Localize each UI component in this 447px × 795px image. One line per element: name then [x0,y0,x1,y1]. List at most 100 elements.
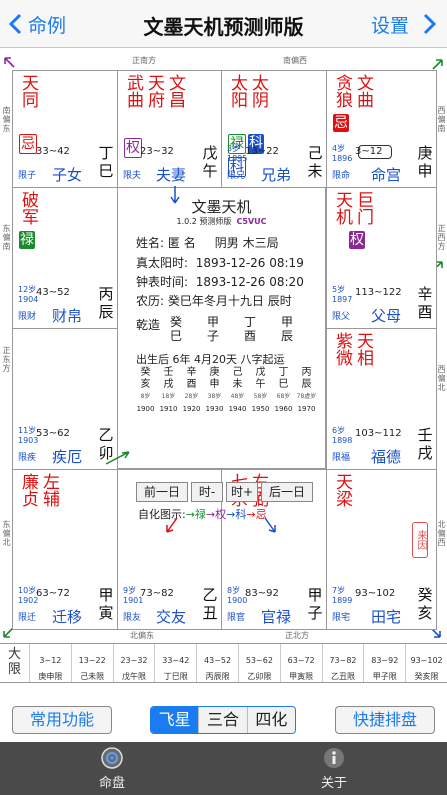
daxian-tab[interactable]: 23~32 戊午限 [114,644,156,682]
daxian-tab-text: 丙辰限 [205,672,230,681]
daxian-tab[interactable]: 63~72 甲寅限 [281,644,323,682]
star-name: 太阳 [227,74,247,108]
bazi-pillar: 丁酉 [243,315,256,343]
dayun-column: 己未 48岁 1940 [228,367,247,413]
sihua-badge: 忌 [19,134,37,154]
bazi-pillar: 甲子 [206,315,219,343]
star-name: 天机 [332,191,352,225]
qianzao-label: 乾造 [136,318,161,332]
star-column: 天相 [353,332,373,366]
palace-cell-xu[interactable]: 紫微 天相 103~112 6岁 1898 限福 福德壬戌 [326,328,437,470]
selfhua-item: →禄 [185,508,206,521]
daxian-tab[interactable]: 33~42 丁巳限 [155,644,198,682]
direction-label: 北偏东 [130,631,154,640]
palace-cell-chen[interactable]: 破军禄 43~52 12岁 1904 限财 财帛丙辰 [12,187,118,329]
common-functions-button[interactable]: 常用功能 [12,706,112,734]
tab-mingpan[interactable]: 命盘 [72,746,152,791]
date-step-button[interactable]: 后一日 [261,482,313,502]
disc-icon [101,747,123,769]
palace-name: 官禄 [261,608,292,626]
palace-cell-mao[interactable]: 53~62 11岁 1903 限疾 疾厄乙卯 [12,328,118,470]
palace-cell-wu[interactable]: 武曲 天府 文昌权 23~32 限夫 夫妻戊午 [117,70,222,188]
daxian-tab[interactable]: 53~62 乙卯限 [239,644,281,682]
ganzhi: 庚申 [417,144,433,180]
decade-range: 103~112 [355,428,402,439]
palace-name: 财帛 [52,307,83,325]
seg-sihua[interactable]: 四化 [247,707,295,733]
settings-button[interactable]: 设置 [371,11,409,38]
info-icon [324,748,344,768]
quick-chart-button[interactable]: 快捷排盘 [335,706,435,734]
year-label: 1898 [332,436,353,445]
daxian-label: 大限 [0,644,30,682]
daxian-tab[interactable]: 3~12 庚申限 [30,644,72,682]
star-column: 武曲 [123,74,143,108]
daxian-tab-text: 甲子限 [372,672,397,681]
direction-label: 西偏北 [437,365,446,392]
ganzhi: 甲子 [307,586,323,622]
daxian-tab-text: 53~62 [245,656,273,665]
chevron-right-icon[interactable] [423,13,437,35]
ganzhi: 戊午 [202,144,218,180]
date-step-button[interactable]: 时+ [226,482,258,502]
daxian-tab-text: 73~82 [329,656,357,665]
navigation-bar: 命例 文墨天机预测师版 设置 [0,0,447,48]
decade-range: 33~42 [36,146,70,157]
daxian-tab[interactable]: 83~92 甲子限 [364,644,407,682]
direction-label: 南偏东 [2,106,11,133]
decade-range: 43~52 [36,287,70,298]
bottom-controls: 常用功能 飞星 三合 四化 快捷排盘 [0,702,447,738]
decade-range: 63~72 [36,588,70,599]
star-column: 太阳 [227,74,247,108]
date-step-button[interactable]: 前一日 [136,482,188,502]
seg-feixing[interactable]: 飞星 [151,707,200,733]
daxian-tab[interactable]: 93~102 癸亥限 [406,644,447,682]
dayun-column: 辛酉 28岁 1920 [182,367,201,413]
year-label: 1902 [18,596,39,605]
palace-name: 迁移 [52,608,83,626]
selfhua-item: →科 [226,508,247,521]
limit-label: 限友 [123,613,142,623]
selfhua-row: 自化图示:→禄→权→科→忌 [138,508,267,521]
daxian-tab-text: 43~52 [204,656,232,665]
palace-name: 命宫 [371,166,402,184]
palace-cell-yin[interactable]: 廉贞 左辅 63~72 10岁 1902 限迁 迁移甲寅 [12,469,118,630]
dayun-column: 丁巳 68岁 1960 [274,367,293,413]
palace-cell-shen[interactable]: 贪狼 文曲忌 3~12 4岁 1896 限命 命宫庚申 [326,70,437,188]
palace-cell-you[interactable]: 天机 巨门权 113~122 5岁 1897 限父 父母辛酉 [326,187,437,329]
arrow-icon [432,59,443,70]
decade-range: 93~102 [355,588,396,599]
palace-cell-hai[interactable]: 天梁 93~102 7岁 1899 限宅 田宅癸亥 来因 [326,469,437,630]
daxian-tab-text: 33~42 [162,656,190,665]
dayun-title: 出生后 6年 4月20天 八字起运 [136,353,285,366]
star-column: 太阴 [248,74,268,108]
direction-label: 西偏南 [437,106,446,133]
star-column: 左辅 [39,473,59,507]
ganzhi: 己未 [307,144,323,180]
star-name: 文曲 [353,74,373,108]
arrow-icon [264,517,276,533]
year-label: 1897 [332,295,353,304]
daxian-tab-text: 93~102 [410,656,443,665]
date-step-button[interactable]: 时- [191,482,223,502]
year-label: 1896 [332,154,353,163]
star-group: 廉贞 左辅 [18,473,59,507]
star-name: 左辅 [39,473,59,507]
tab-about[interactable]: 关于 [294,746,374,791]
daxian-tab[interactable]: 13~22 己未限 [72,644,114,682]
decade-range: 53~62 [36,428,70,439]
palace-cell-si[interactable]: 天同忌 33~42 限子 子女丁巳 [12,70,118,188]
year-label: 1900 [227,596,248,605]
palace-cell-wei[interactable]: 太阳 太阴禄科科 13~22 3岁 1895 限兄 兄弟己未 [221,70,327,188]
daxian-tab[interactable]: 73~82 乙丑限 [323,644,365,682]
daxian-tab[interactable]: 43~52 丙辰限 [197,644,239,682]
year-label: 1903 [18,436,39,445]
seg-sanhe[interactable]: 三合 [199,707,248,733]
star-column: 天机 [332,191,352,225]
star-name: 贪狼 [332,74,352,108]
daxian-tabs: 大限 3~12 庚申限 13~22 己未限 23~32 戊午限 33~42 丁巳限 43~52 丙辰… [0,643,447,683]
palace-name: 田宅 [371,608,402,626]
limit-label: 限命 [332,171,351,181]
palace-name: 夫妻 [156,166,187,184]
star-group: 天梁 [332,473,352,507]
